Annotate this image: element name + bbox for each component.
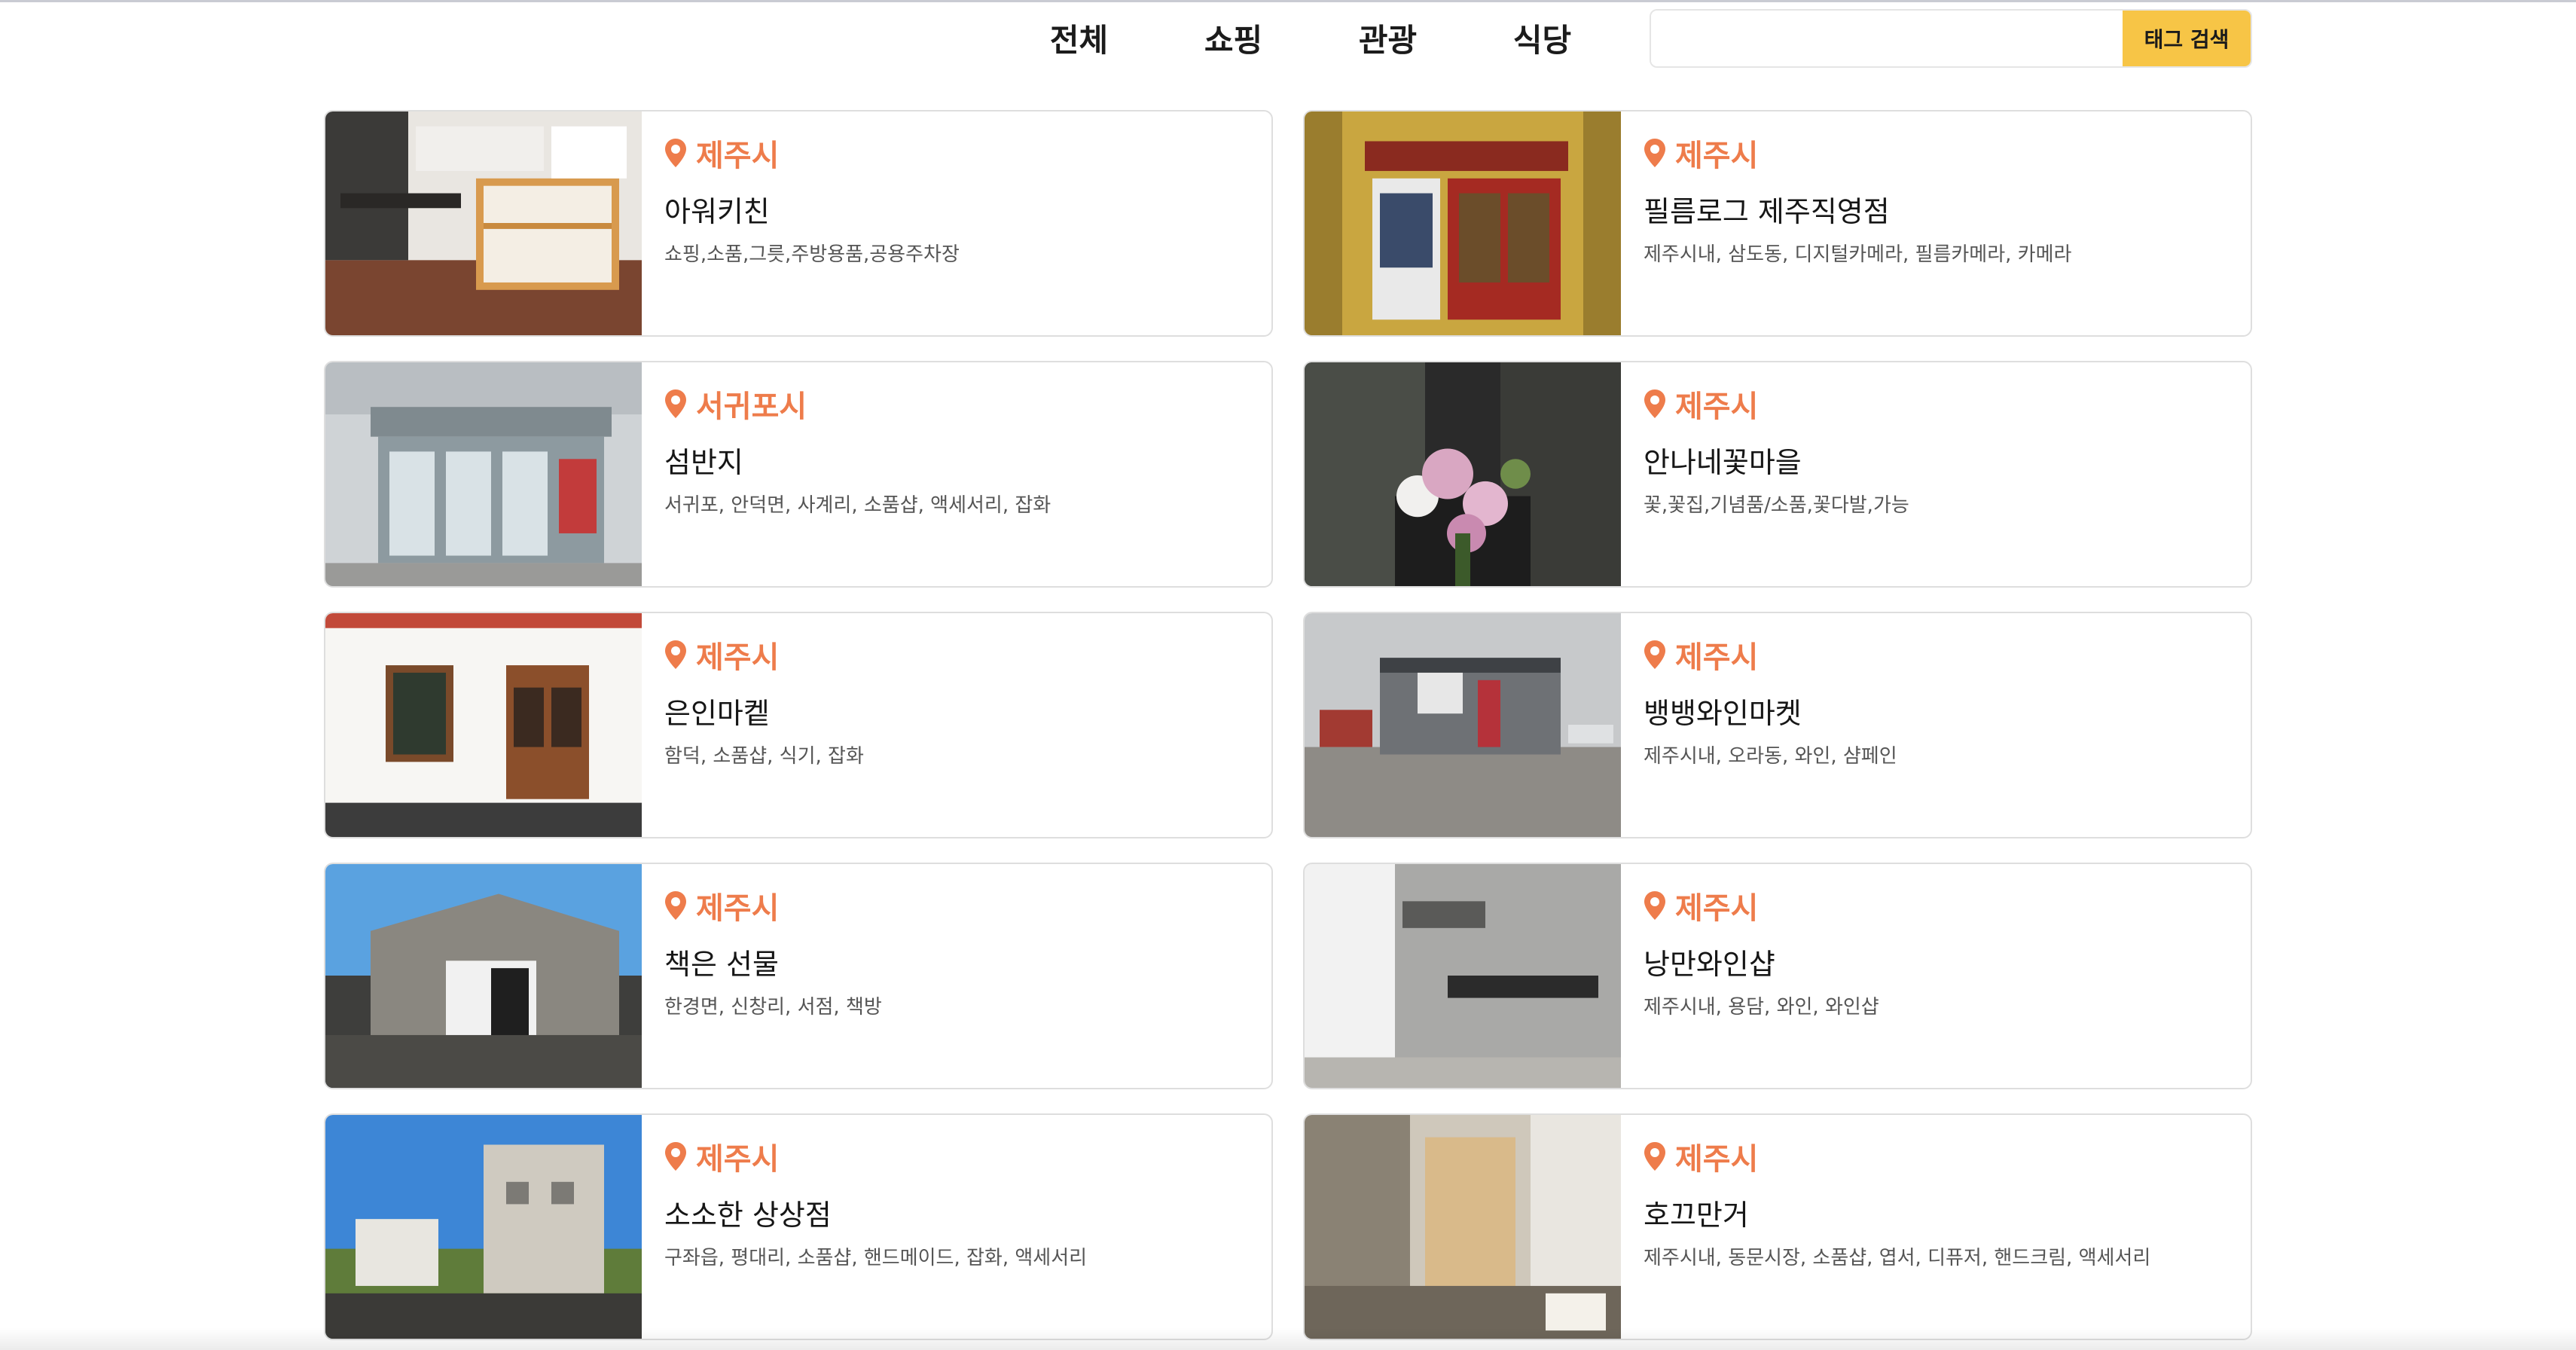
tag-search-button[interactable]: 태그 검색 (2123, 11, 2251, 66)
region-label: 제주시 (1675, 891, 1759, 926)
place-card[interactable]: 제주시 책은 선물 한경면, 신창리, 서점, 책방 (324, 863, 1273, 1089)
place-tags: 서귀포, 안덕면, 사계리, 소품샵, 액세서리, 잡화 (664, 494, 1051, 517)
place-card[interactable]: 제주시 필름로그 제주직영점 제주시내, 삼도동, 디지털카메라, 필름카메라,… (1303, 110, 2252, 337)
region-label: 제주시 (1675, 1142, 1759, 1177)
place-card[interactable]: 제주시 낭만와인샵 제주시내, 용담, 와인, 와인샵 (1303, 863, 2252, 1089)
place-photo (325, 864, 642, 1088)
region-row: 제주시 (1644, 884, 2251, 927)
region-label: 서귀포시 (696, 389, 807, 424)
tag-search-input[interactable] (1651, 11, 2123, 66)
place-tags: 제주시내, 동문시장, 소품샵, 엽서, 디퓨저, 핸드크림, 액세서리 (1644, 1247, 2151, 1269)
tab-tourism[interactable]: 관광 (1311, 8, 1465, 68)
place-photo (1305, 613, 1621, 837)
place-tags: 제주시내, 삼도동, 디지털카메라, 필름카메라, 카메라 (1644, 243, 2072, 266)
place-card[interactable]: 제주시 아워키친 쇼핑,소품,그릇,주방용품,공용주차장 (324, 110, 1273, 337)
place-info: 제주시 소소한 상상점 구좌읍, 평대리, 소품샵, 핸드메이드, 잡화, 액세… (642, 1115, 1271, 1339)
location-pin-icon (665, 891, 686, 920)
place-photo (325, 362, 642, 586)
location-pin-icon (1644, 640, 1665, 669)
region-label: 제주시 (1675, 389, 1759, 424)
place-info: 제주시 호끄만거 제주시내, 동문시장, 소품샵, 엽서, 디퓨저, 핸드크림,… (1621, 1115, 2251, 1339)
location-pin-icon (665, 139, 686, 167)
place-info: 제주시 뱅뱅와인마켓 제주시내, 오라동, 와인, 샴페인 (1621, 613, 2251, 837)
place-photo (325, 613, 642, 837)
region-label: 제주시 (1675, 139, 1759, 173)
place-info: 서귀포시 섬반지 서귀포, 안덕면, 사계리, 소품샵, 액세서리, 잡화 (642, 362, 1271, 586)
region-row: 제주시 (1644, 633, 2251, 677)
region-row: 서귀포시 (664, 382, 1271, 426)
place-name[interactable]: 필름로그 제주직영점 (1644, 193, 2251, 231)
place-tags: 구좌읍, 평대리, 소품샵, 핸드메이드, 잡화, 액세서리 (664, 1247, 1088, 1269)
place-card[interactable]: 제주시 은인마켙 함덕, 소품샵, 식기, 잡화 (324, 612, 1273, 838)
place-card-grid: 제주시 아워키친 쇼핑,소품,그릇,주방용품,공용주차장 제주시 필름로그 제주… (324, 110, 2252, 1340)
place-photo (1305, 362, 1621, 586)
header: 전체 쇼핑 관광 식당 태그 검색 (0, 0, 2576, 83)
region-row: 제주시 (664, 884, 1271, 927)
location-pin-icon (665, 1142, 686, 1171)
place-photo (325, 1115, 642, 1339)
place-tags: 꽃,꽃집,기념품/소품,꽃다발,가능 (1644, 494, 1909, 517)
region-label: 제주시 (696, 139, 780, 173)
region-row: 제주시 (664, 633, 1271, 677)
place-card[interactable]: 서귀포시 섬반지 서귀포, 안덕면, 사계리, 소품샵, 액세서리, 잡화 (324, 361, 1273, 588)
place-name[interactable]: 아워키친 (664, 193, 1271, 231)
tab-shopping[interactable]: 쇼핑 (1156, 8, 1311, 68)
place-photo (1305, 864, 1621, 1088)
place-name[interactable]: 은인마켙 (664, 695, 1271, 732)
place-card[interactable]: 제주시 안나네꽃마을 꽃,꽃집,기념품/소품,꽃다발,가능 (1303, 361, 2252, 588)
place-info: 제주시 필름로그 제주직영점 제주시내, 삼도동, 디지털카메라, 필름카메라,… (1621, 111, 2251, 335)
region-label: 제주시 (696, 1142, 780, 1177)
place-card[interactable]: 제주시 뱅뱅와인마켓 제주시내, 오라동, 와인, 샴페인 (1303, 612, 2252, 838)
place-info: 제주시 안나네꽃마을 꽃,꽃집,기념품/소품,꽃다발,가능 (1621, 362, 2251, 586)
place-name[interactable]: 낭만와인샵 (1644, 945, 2251, 983)
location-pin-icon (1644, 389, 1665, 418)
place-tags: 쇼핑,소품,그릇,주방용품,공용주차장 (664, 243, 960, 266)
region-row: 제주시 (664, 131, 1271, 175)
region-label: 제주시 (1675, 640, 1759, 675)
region-row: 제주시 (1644, 382, 2251, 426)
location-pin-icon (1644, 139, 1665, 167)
region-label: 제주시 (696, 640, 780, 675)
tab-all[interactable]: 전체 (1002, 8, 1156, 68)
place-tags: 제주시내, 용담, 와인, 와인샵 (1644, 996, 1879, 1019)
place-tags: 한경면, 신창리, 서점, 책방 (664, 996, 882, 1019)
place-tags: 함덕, 소품샵, 식기, 잡화 (664, 745, 864, 768)
region-row: 제주시 (1644, 131, 2251, 175)
place-info: 제주시 아워키친 쇼핑,소품,그릇,주방용품,공용주차장 (642, 111, 1271, 335)
location-pin-icon (665, 389, 686, 418)
place-card[interactable]: 제주시 호끄만거 제주시내, 동문시장, 소품샵, 엽서, 디퓨저, 핸드크림,… (1303, 1113, 2252, 1340)
region-row: 제주시 (664, 1135, 1271, 1178)
place-name[interactable]: 섬반지 (664, 444, 1271, 481)
place-photo (1305, 1115, 1621, 1339)
place-name[interactable]: 책은 선물 (664, 945, 1271, 983)
place-tags: 제주시내, 오라동, 와인, 샴페인 (1644, 745, 1897, 768)
location-pin-icon (1644, 891, 1665, 920)
place-info: 제주시 낭만와인샵 제주시내, 용담, 와인, 와인샵 (1621, 864, 2251, 1088)
place-name[interactable]: 호끄만거 (1644, 1196, 2251, 1234)
location-pin-icon (1644, 1142, 1665, 1171)
place-info: 제주시 책은 선물 한경면, 신창리, 서점, 책방 (642, 864, 1271, 1088)
region-label: 제주시 (696, 891, 780, 926)
region-row: 제주시 (1644, 1135, 2251, 1178)
place-photo (1305, 111, 1621, 335)
place-name[interactable]: 뱅뱅와인마켓 (1644, 695, 2251, 732)
place-photo (325, 111, 642, 335)
bottom-shadow (0, 1327, 2576, 1350)
place-card[interactable]: 제주시 소소한 상상점 구좌읍, 평대리, 소품샵, 핸드메이드, 잡화, 액세… (324, 1113, 1273, 1340)
location-pin-icon (665, 640, 686, 669)
category-tabs: 전체 쇼핑 관광 식당 (1002, 8, 1619, 68)
place-name[interactable]: 안나네꽃마을 (1644, 444, 2251, 481)
tab-restaurant[interactable]: 식당 (1465, 8, 1619, 68)
tag-search-box: 태그 검색 (1650, 9, 2252, 68)
place-info: 제주시 은인마켙 함덕, 소품샵, 식기, 잡화 (642, 613, 1271, 837)
place-name[interactable]: 소소한 상상점 (664, 1196, 1271, 1234)
